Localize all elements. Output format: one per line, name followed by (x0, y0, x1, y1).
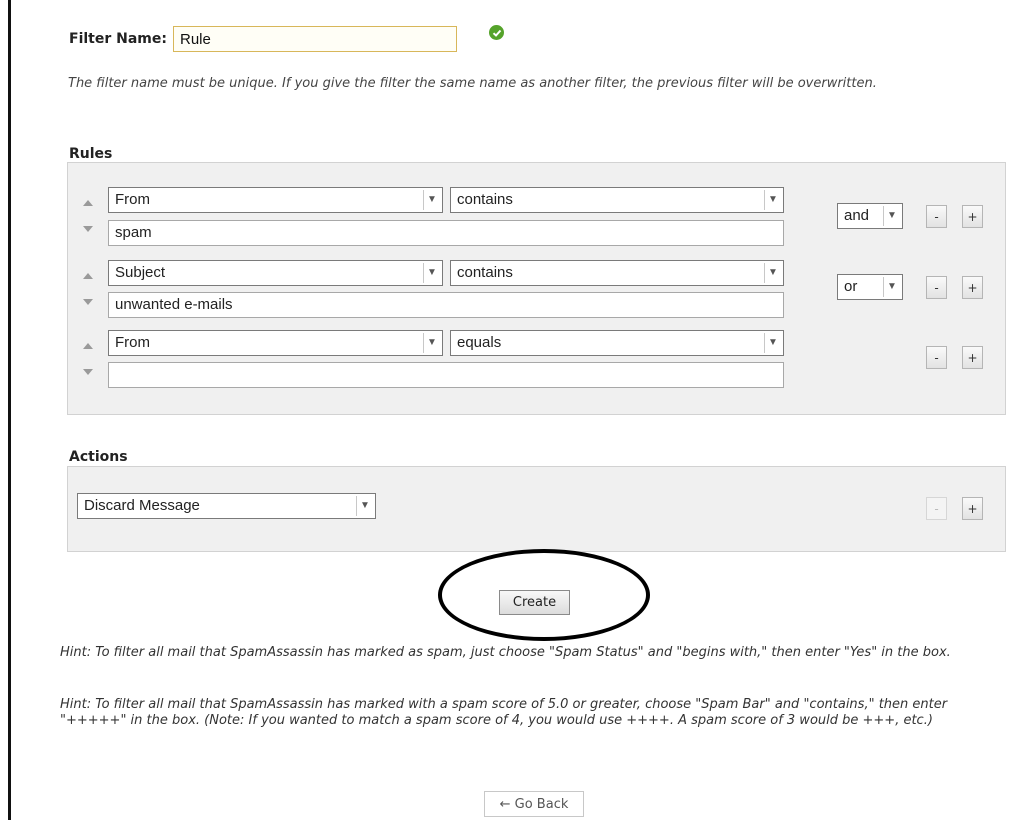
rule-operator-value: contains (457, 191, 513, 208)
chevron-down-icon: ▼ (423, 263, 440, 283)
remove-rule-button[interactable]: - (926, 205, 947, 228)
rule-operator-value: contains (457, 264, 513, 281)
action-select[interactable]: Discard Message ▼ (77, 493, 376, 519)
rule-field-value: From (115, 191, 150, 208)
rule-value-input[interactable] (108, 362, 784, 388)
go-back-button[interactable]: ← Go Back (484, 791, 584, 817)
rule-connector-select[interactable]: and ▼ (837, 203, 903, 229)
actions-heading: Actions (69, 449, 128, 465)
actions-panel: Discard Message ▼ - + (67, 466, 1006, 552)
add-rule-button[interactable]: + (962, 205, 983, 228)
rule-connector-value: or (844, 278, 858, 295)
chevron-down-icon: ▼ (883, 206, 900, 226)
remove-rule-button[interactable]: - (926, 346, 947, 369)
create-button[interactable]: Create (499, 590, 570, 615)
up-arrow-icon[interactable] (83, 200, 93, 206)
add-rule-button[interactable]: + (962, 276, 983, 299)
chevron-down-icon: ▼ (764, 190, 781, 210)
rule-field-value: From (115, 334, 150, 351)
rule-operator-value: equals (457, 334, 502, 351)
rules-heading: Rules (69, 146, 113, 162)
chevron-down-icon: ▼ (883, 277, 900, 297)
checkmark-circle-icon (489, 25, 504, 40)
filter-name-row: Filter Name: (69, 23, 457, 55)
rule-field-select[interactable]: Subject ▼ (108, 260, 443, 286)
rules-panel: From ▼ contains ▼ spam and ▼ - + Subject… (67, 162, 1006, 415)
up-arrow-icon[interactable] (83, 273, 93, 279)
rule-operator-select[interactable]: contains ▼ (450, 260, 784, 286)
add-rule-button[interactable]: + (962, 346, 983, 369)
rule-field-select[interactable]: From ▼ (108, 187, 443, 213)
hint-spam-bar: Hint: To filter all mail that SpamAssass… (60, 697, 948, 728)
add-action-button[interactable]: + (962, 497, 983, 520)
rule-operator-select[interactable]: equals ▼ (450, 330, 784, 356)
chevron-down-icon: ▼ (764, 263, 781, 283)
rule-field-select[interactable]: From ▼ (108, 330, 443, 356)
rule-connector-select[interactable]: or ▼ (837, 274, 903, 300)
action-value: Discard Message (84, 497, 200, 514)
left-border (8, 0, 11, 820)
hint-spam-status: Hint: To filter all mail that SpamAssass… (60, 645, 951, 660)
chevron-down-icon: ▼ (764, 333, 781, 353)
filter-name-input[interactable] (172, 26, 457, 52)
filter-name-note: The filter name must be unique. If you g… (68, 76, 877, 91)
rule-connector-value: and (844, 207, 870, 224)
rule-operator-select[interactable]: contains ▼ (450, 187, 784, 213)
down-arrow-icon[interactable] (83, 299, 93, 305)
rule-value-input[interactable]: unwanted e-mails (108, 292, 784, 318)
remove-action-button[interactable]: - (926, 497, 947, 520)
chevron-down-icon: ▼ (423, 190, 440, 210)
rule-field-value: Subject (115, 264, 166, 281)
filter-name-label: Filter Name: (69, 31, 167, 47)
down-arrow-icon[interactable] (83, 226, 93, 232)
chevron-down-icon: ▼ (423, 333, 440, 353)
down-arrow-icon[interactable] (83, 369, 93, 375)
up-arrow-icon[interactable] (83, 343, 93, 349)
rule-value-input[interactable]: spam (108, 220, 784, 246)
remove-rule-button[interactable]: - (926, 276, 947, 299)
chevron-down-icon: ▼ (356, 496, 373, 516)
